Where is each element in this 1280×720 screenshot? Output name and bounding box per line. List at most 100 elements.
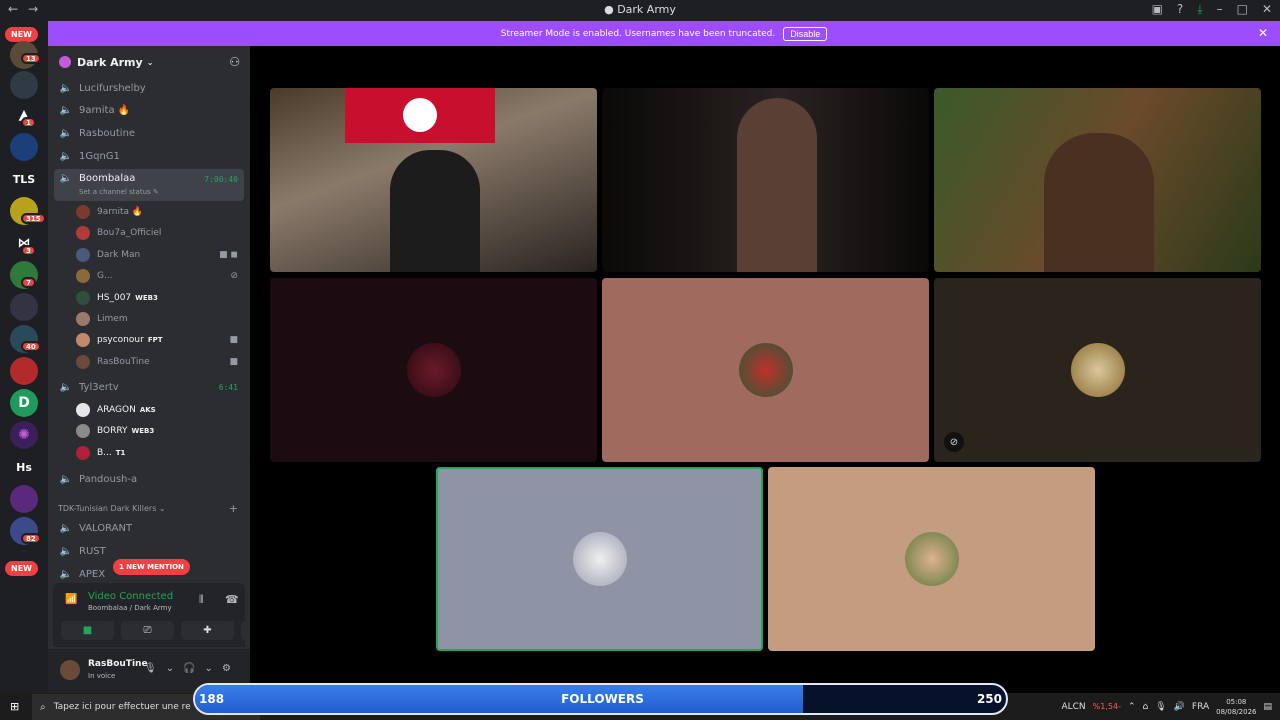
voice-channel[interactable]: 🔈 Tyl3ertv 6:41 [54,377,244,398]
voice-member[interactable]: B... T1 [76,443,244,463]
download-icon[interactable]: ⤓ [1197,2,1202,17]
voice-status[interactable]: Video Connected [88,591,173,602]
server-icon-4[interactable] [10,133,38,161]
microphone-icon[interactable]: 🎙 [144,663,157,674]
signal-icon[interactable]: 📶 [65,594,77,605]
server-hs[interactable]: Hs [10,453,38,481]
maximize-icon[interactable]: □ [1237,2,1248,17]
channel-label: VALORANT [79,523,133,534]
video-tile-camera[interactable] [934,88,1261,272]
server-tls[interactable]: TLS [10,165,38,193]
voice-member[interactable]: Bou7a_Officiel [76,223,244,243]
voice-channel[interactable]: 🔈 VALORANT [54,518,244,539]
disable-streamer-button[interactable]: Disable [783,26,828,41]
add-channel-icon[interactable]: + [229,502,238,515]
clock[interactable]: 05:08 08/08/2026 [1216,697,1256,717]
language-indicator[interactable]: FRA [1192,702,1209,712]
chevron-up-icon[interactable]: ⌃ [1128,702,1136,712]
video-tile-avatar[interactable] [768,467,1095,651]
voice-member[interactable]: 9arnita 🔥 [76,202,244,222]
voice-member[interactable]: G... ⊘ [76,266,244,286]
server-badge: 1 [21,117,36,128]
time-label: 05:08 [1226,697,1247,706]
voice-member[interactable]: Limem [76,309,244,329]
voice-channel[interactable]: 🔈 1GqnG1 [54,146,244,167]
new-mention-pill[interactable]: 1 NEW MENTION [113,559,190,575]
server-rail: NEW 13 ▲ 1 TLS 315 ⋈ 3 7 40 D ✺ Hs 82 NE… [0,21,48,693]
voice-location[interactable]: Boombalaa / Dark Army [88,604,172,612]
voice-member[interactable]: Dark Man ■ ◼ [76,245,244,265]
close-window-icon[interactable]: ✕ [1262,2,1272,17]
new-pill[interactable]: NEW [5,27,38,42]
new-pill[interactable]: NEW [5,561,38,576]
activities-button[interactable]: ✚ [181,621,234,640]
help-icon[interactable]: ? [1177,2,1183,17]
voice-member[interactable]: RasBouTine ■ [76,352,244,372]
video-live-icon: ■ ◼ [219,249,238,260]
voice-connection-panel: 📶 Video Connected Boombalaa / Dark Army … [53,583,294,647]
microphone-icon[interactable]: 🎙 [1155,702,1166,712]
inbox-icon[interactable]: ▣ [1152,2,1163,17]
screen-share-button[interactable]: ⎚ [121,621,174,640]
username[interactable]: RasBouTine [88,659,148,669]
stock-ticker[interactable]: ALCN [1061,702,1085,712]
video-tile-avatar[interactable] [270,278,597,462]
channel-label: 9arnita 🔥 [79,105,131,116]
server-icon-8[interactable] [10,293,38,321]
server-icon-13[interactable] [10,485,38,513]
avatar [76,269,90,284]
windows-start-icon[interactable]: ⊞ [10,700,23,713]
server-icon-10[interactable] [10,357,38,385]
voice-member[interactable]: BORRY WEB3 [76,421,244,441]
voice-member[interactable]: psyconour FPT ■ [76,330,244,350]
voice-channel[interactable]: 🔈 Rasboutine [54,123,244,144]
add-member-icon[interactable]: ⚇ [229,55,240,69]
chevron-down-icon[interactable]: ⌄ [166,663,174,674]
voice-member[interactable]: ARAGON AKS [76,400,244,420]
avatar[interactable] [60,660,80,680]
discord-window: ← → ● Dark Army ▣ ? ⤓ – □ ✕ NEW 13 ▲ 1 T… [0,0,1280,720]
speaker-icon: 🔈 [59,474,73,485]
chevron-down-icon[interactable]: ⌄ [205,663,213,674]
member-name: ARAGON [97,405,136,415]
video-tile-camera[interactable] [270,88,597,272]
close-icon[interactable]: ✕ [1258,26,1268,40]
channel-label: 1GqnG1 [79,151,120,162]
disconnect-icon[interactable]: ☎ [225,593,239,606]
avatar [76,424,90,439]
voice-channel[interactable]: 🔈 Lucifurshelby [54,78,244,99]
headphones-icon[interactable]: 🎧 [183,663,195,674]
avatar [76,290,90,305]
search-icon: ⌕ [40,701,46,713]
flag-image [345,88,495,143]
guild-icon [59,56,71,68]
server-icon-12[interactable]: ✺ [10,421,38,449]
video-tile-camera[interactable] [602,88,929,272]
channel-status[interactable]: Set a channel status ✎ [79,188,159,196]
channel-label: Pandoush-a [79,474,138,485]
video-tile-avatar[interactable]: ⊘ [934,278,1261,462]
camera-button[interactable]: ■ [61,621,114,640]
minimize-icon[interactable]: – [1217,2,1223,17]
video-tile-avatar[interactable] [602,278,929,462]
voice-channel[interactable]: 🔈 Pandoush-a [54,469,244,490]
video-grid: ⊘ [250,46,1280,693]
server-icon-11[interactable]: D [10,389,38,417]
video-tile-avatar-speaking[interactable] [436,467,763,651]
guild-header[interactable]: Dark Army ⌄ ⚇ [48,46,250,78]
category-header[interactable]: TDK-Tunisian Dark Killers ⌄ [58,504,166,513]
volume-icon[interactable]: 🔊 [1174,702,1185,712]
avatar [76,333,90,348]
settings-gear-icon[interactable]: ⚙ [222,663,231,674]
member-name: B... [97,447,112,458]
voice-channel[interactable]: 🔈 9arnita 🔥 [54,100,244,121]
voice-member[interactable]: HS_007 WEB3 [76,288,244,308]
notification-icon[interactable]: ▤ [1263,702,1272,712]
speaker-icon: 🔈 [59,569,73,580]
network-icon[interactable]: ⌂ [1143,702,1149,712]
server-icon-2[interactable] [10,71,38,99]
deafened-icon: ⊘ [230,271,238,282]
noise-suppression-icon[interactable]: ⫴ [199,593,204,607]
voice-channel-active[interactable]: 🔈 Boombalaa 7:00:40 Set a channel status… [54,169,244,201]
member-name: G... [97,271,113,282]
